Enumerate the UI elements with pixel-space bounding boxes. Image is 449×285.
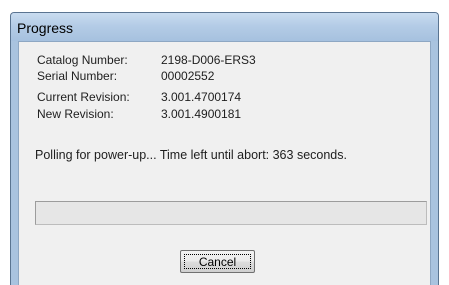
serial-row: Serial Number: 00002552: [37, 69, 214, 83]
new-revision-label: New Revision:: [37, 107, 114, 121]
new-revision-value: 3.001.4900181: [161, 107, 242, 121]
title-bar[interactable]: Progress: [11, 13, 438, 41]
window-title: Progress: [17, 20, 74, 36]
serial-number-value: 00002552: [161, 69, 215, 83]
status-message: Polling for power-up... Time left until …: [35, 148, 347, 162]
cancel-button[interactable]: Cancel: [180, 250, 255, 273]
current-revision-label: Current Revision:: [37, 90, 130, 104]
dialog-body: Catalog Number: 2198-D006-ERS3 Serial Num…: [18, 41, 431, 285]
cancel-button-label: Cancel: [184, 254, 251, 269]
new-revision-row: New Revision: 3.001.4900181: [37, 107, 241, 121]
current-revision-row: Current Revision: 3.001.4700174: [37, 90, 241, 104]
progress-bar: [35, 201, 427, 225]
current-revision-value: 3.001.4700174: [161, 90, 242, 104]
catalog-row: Catalog Number: 2198-D006-ERS3: [37, 53, 256, 67]
catalog-number-label: Catalog Number:: [37, 53, 128, 67]
serial-number-label: Serial Number:: [37, 69, 118, 83]
catalog-number-value: 2198-D006-ERS3: [161, 53, 256, 67]
